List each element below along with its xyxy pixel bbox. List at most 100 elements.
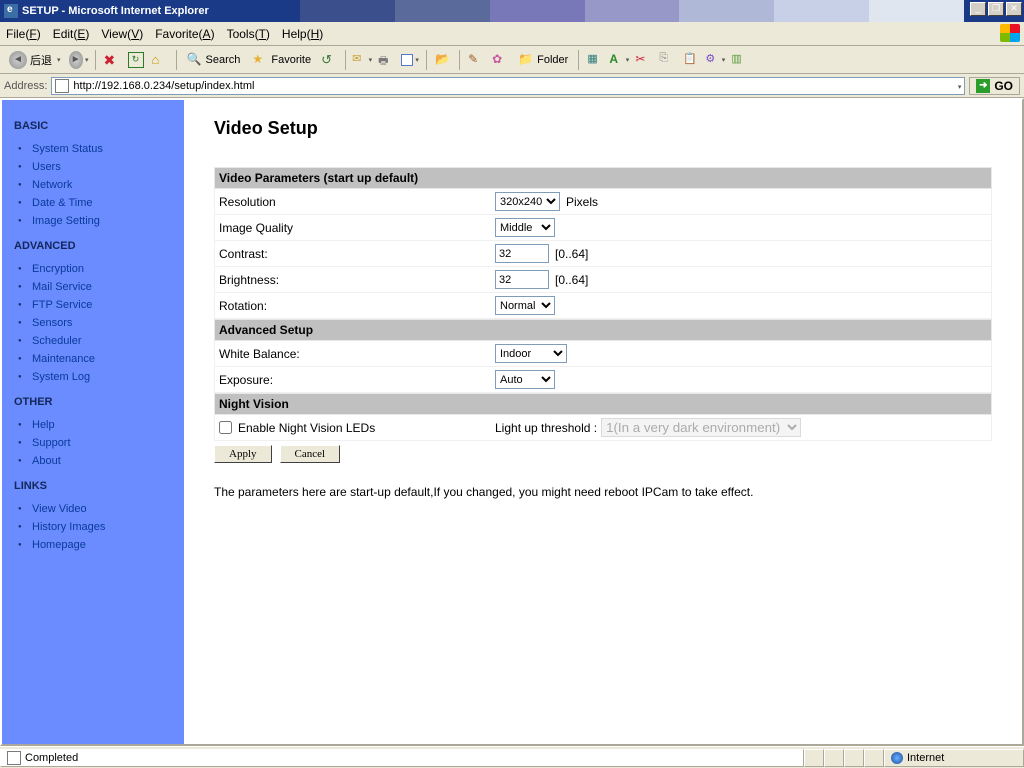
white-balance-label: White Balance: [219, 347, 495, 361]
rotation-select[interactable]: Normal [495, 296, 555, 315]
sidebar-item-scheduler[interactable]: Scheduler [32, 332, 176, 350]
url-input[interactable]: http://192.168.0.234/setup/index.html [51, 77, 965, 95]
section-advanced-setup: Advanced Setup [214, 319, 992, 341]
favorite-button[interactable]: ★Favorite [247, 49, 316, 71]
sidebar-item-mail-service[interactable]: Mail Service [32, 278, 176, 296]
sidebar-basic-header: BASIC [14, 120, 176, 132]
url-text: http://192.168.0.234/setup/index.html [73, 80, 254, 92]
resolution-select[interactable]: 320x240 [495, 192, 560, 211]
address-label: Address: [4, 80, 47, 92]
paste-icon[interactable]: 📋 [680, 49, 702, 71]
status-pane-2 [824, 749, 844, 767]
titlebar-decor [300, 0, 964, 22]
night-vision-threshold-select: 1(In a very dark environment) [601, 418, 801, 437]
copy-icon[interactable]: ⎘ [656, 49, 678, 71]
address-bar: Address: http://192.168.0.234/setup/inde… [0, 74, 1024, 98]
apply-button[interactable]: Apply [214, 445, 272, 463]
sidebar-item-history-images[interactable]: History Images [32, 518, 176, 536]
sidebar-other-header: OTHER [14, 396, 176, 408]
sidebar-item-help[interactable]: Help [32, 416, 176, 434]
quality-label: Image Quality [219, 221, 495, 235]
status-page-icon [7, 751, 21, 765]
minimize-button[interactable]: _ [970, 2, 986, 16]
mail-button[interactable]: ✉ [351, 49, 373, 71]
close-button[interactable]: ✕ [1006, 2, 1022, 16]
sidebar-item-view-video[interactable]: View Video [32, 500, 176, 518]
sidebar-item-ftp-service[interactable]: FTP Service [32, 296, 176, 314]
history-button[interactable]: ↺ [318, 49, 340, 71]
search-label: Search [206, 54, 241, 66]
resolution-unit: Pixels [566, 195, 598, 209]
tool-icon-5[interactable]: ⚙ [704, 49, 726, 71]
search-button[interactable]: 🔍Search [182, 49, 246, 71]
cancel-button[interactable]: Cancel [280, 445, 341, 463]
content-frame: BASIC System Status Users Network Date &… [0, 98, 1024, 746]
tool-icon-6[interactable]: ▥ [728, 49, 750, 71]
sidebar-item-sensors[interactable]: Sensors [32, 314, 176, 332]
menu-tools[interactable]: Tools(T) [227, 27, 270, 41]
sidebar: BASIC System Status Users Network Date &… [2, 100, 184, 744]
quality-select[interactable]: Middle [495, 218, 555, 237]
sidebar-item-maintenance[interactable]: Maintenance [32, 350, 176, 368]
tool-icon-3[interactable]: ▦ [584, 49, 606, 71]
tool-icon-1[interactable]: ✎ [465, 49, 487, 71]
contrast-range: [0..64] [555, 247, 588, 261]
back-button[interactable]: ◄后退 [4, 49, 66, 71]
sidebar-item-encryption[interactable]: Encryption [32, 260, 176, 278]
globe-icon [891, 752, 903, 764]
brightness-input[interactable] [495, 270, 549, 289]
tool-icon-2[interactable]: ✿ [489, 49, 511, 71]
url-dropdown-icon[interactable] [956, 80, 962, 92]
sidebar-item-system-status[interactable]: System Status [32, 140, 176, 158]
print-button[interactable]: 🖶 [375, 49, 397, 71]
menu-edit[interactable]: Edit(E) [53, 27, 90, 41]
footer-note: The parameters here are start-up default… [214, 485, 992, 499]
go-arrow-icon: ➜ [976, 79, 990, 93]
night-vision-enable-checkbox[interactable] [219, 421, 232, 434]
zone-text: Internet [907, 752, 944, 764]
cut-icon[interactable]: ✂ [632, 49, 654, 71]
sidebar-item-users[interactable]: Users [32, 158, 176, 176]
page-title: Video Setup [214, 118, 992, 139]
status-pane-1 [804, 749, 824, 767]
brightness-range: [0..64] [555, 273, 588, 287]
go-button[interactable]: ➜ GO [969, 77, 1020, 95]
home-button[interactable]: ⌂ [149, 49, 171, 71]
sidebar-item-about[interactable]: About [32, 452, 176, 470]
ie-icon [4, 4, 18, 18]
sidebar-links-header: LINKS [14, 480, 176, 492]
sidebar-item-image-setting[interactable]: Image Setting [32, 212, 176, 230]
tool-icon-4[interactable]: A [608, 49, 630, 71]
sidebar-item-date-time[interactable]: Date & Time [32, 194, 176, 212]
menu-favorite[interactable]: Favorite(A) [155, 27, 214, 41]
status-text: Completed [25, 752, 78, 764]
menu-file[interactable]: File(F) [6, 27, 41, 41]
sidebar-item-network[interactable]: Network [32, 176, 176, 194]
white-balance-select[interactable]: Indoor [495, 344, 567, 363]
status-pane-3 [844, 749, 864, 767]
restore-button[interactable]: ❐ [988, 2, 1004, 16]
rotation-label: Rotation: [219, 299, 495, 313]
brightness-label: Brightness: [219, 273, 495, 287]
sidebar-item-system-log[interactable]: System Log [32, 368, 176, 386]
sidebar-item-homepage[interactable]: Homepage [32, 536, 176, 554]
exposure-select[interactable]: Auto [495, 370, 555, 389]
refresh-button[interactable]: ↻ [125, 49, 147, 71]
folder-open-icon[interactable]: 📂 [432, 49, 454, 71]
night-vision-enable-label: Enable Night Vision LEDs [238, 421, 375, 435]
menu-help[interactable]: Help(H) [282, 27, 323, 41]
go-label: GO [994, 79, 1013, 93]
status-pane-4 [864, 749, 884, 767]
exposure-label: Exposure: [219, 373, 495, 387]
edit-button[interactable] [399, 49, 421, 71]
folder-button[interactable]: 📁Folder [513, 49, 573, 71]
toolbar: ◄后退 ► ✖ ↻ ⌂ 🔍Search ★Favorite ↺ ✉ 🖶 📂 ✎ … [0, 46, 1024, 74]
sidebar-item-support[interactable]: Support [32, 434, 176, 452]
forward-button[interactable]: ► [68, 49, 90, 71]
menu-view[interactable]: View(V) [101, 27, 143, 41]
contrast-input[interactable] [495, 244, 549, 263]
section-video-params: Video Parameters (start up default) [214, 167, 992, 189]
stop-button[interactable]: ✖ [101, 49, 123, 71]
section-night-vision: Night Vision [214, 393, 992, 415]
main-panel: Video Setup Video Parameters (start up d… [184, 100, 1022, 744]
